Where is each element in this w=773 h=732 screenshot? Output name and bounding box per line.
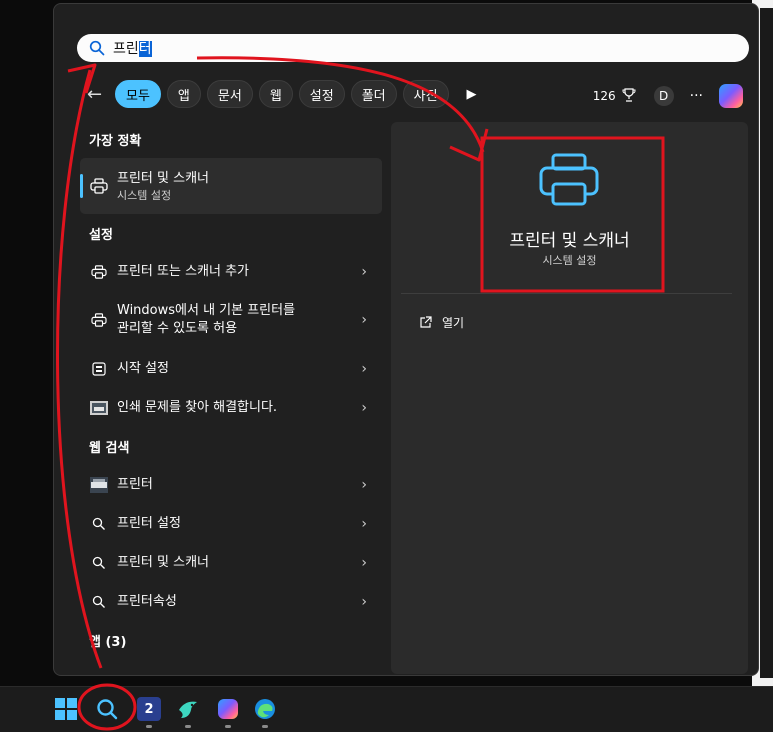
best-match-title: 프린터 및 스캐너	[117, 170, 209, 186]
windows-start-icon[interactable]	[54, 697, 78, 721]
settings-item-label: 시작 설정	[117, 360, 169, 376]
chevron-right-icon: ›	[361, 399, 367, 416]
chip-web[interactable]: 웹	[258, 80, 293, 108]
section-heading-web: 웹 검색	[89, 440, 130, 456]
trophy-icon[interactable]	[622, 87, 636, 105]
results-list: 가장 정확 프린터 및 스캐너 시스템 설정 설정 프린터 또는 스캐너 추가 …	[80, 120, 382, 659]
settings-item-start[interactable]: 시작 설정 ›	[80, 349, 382, 388]
web-item-printer-settings[interactable]: 프린터 설정 ›	[80, 504, 382, 543]
search-query: 프린터	[113, 38, 152, 58]
running-indicator	[225, 725, 231, 728]
section-heading-apps: 앱 (3)	[89, 634, 127, 650]
chevron-right-icon: ›	[361, 263, 367, 280]
play-icon[interactable]: ▶	[467, 87, 477, 102]
printer-icon	[90, 311, 108, 329]
open-external-icon	[416, 313, 434, 331]
search-tray: 126 D ···	[593, 84, 743, 108]
chevron-right-icon: ›	[361, 554, 367, 571]
running-indicator	[185, 725, 191, 728]
chevron-right-icon: ›	[361, 593, 367, 610]
settings-item-label: 인쇄 문제를 찾아 해결합니다.	[117, 399, 278, 415]
web-item-printers-scanners[interactable]: 프린터 및 스캐너 ›	[80, 543, 382, 582]
bird-app-icon[interactable]	[176, 697, 200, 721]
running-indicator	[146, 725, 152, 728]
detail-subtitle: 시스템 설정	[542, 254, 597, 267]
web-item-label: 프린터 및 스캐너	[117, 554, 209, 570]
detail-title: 프린터 및 스캐너	[509, 231, 630, 251]
chip-settings[interactable]: 설정	[298, 80, 345, 108]
settings-item-label-line2: 관리할 수 있도록 허용	[117, 321, 238, 336]
search-icon	[90, 554, 108, 572]
chip-photos[interactable]: 사진	[402, 80, 449, 108]
edge-icon[interactable]	[253, 697, 277, 721]
chevron-right-icon: ›	[361, 360, 367, 377]
copilot-icon[interactable]	[216, 697, 240, 721]
search-icon	[87, 38, 107, 58]
section-heading-best-match: 가장 정확	[89, 133, 142, 149]
app-2-icon[interactable]: 2	[137, 697, 161, 721]
selection-indicator	[80, 174, 83, 198]
open-label: 열기	[442, 315, 465, 330]
chip-apps[interactable]: 앱	[166, 80, 201, 108]
divider	[401, 293, 732, 294]
arrow-left-icon[interactable]: ←	[87, 84, 115, 105]
printer-icon	[90, 177, 108, 195]
settings-item-default-printer[interactable]: Windows에서 내 기본 프린터를 관리할 수 있도록 허용 ›	[80, 291, 382, 349]
detail-pane: 프린터 및 스캐너 시스템 설정 열기	[391, 122, 748, 674]
settings-item-troubleshoot[interactable]: 인쇄 문제를 찾아 해결합니다. ›	[80, 388, 382, 427]
avatar[interactable]: D	[653, 86, 674, 106]
chevron-right-icon: ›	[361, 476, 367, 493]
troubleshoot-icon	[90, 399, 108, 417]
chevron-right-icon: ›	[361, 312, 367, 328]
web-item-label: 프린터 설정	[117, 515, 181, 531]
search-input[interactable]: 프린터	[77, 34, 749, 62]
printer-large-icon	[537, 152, 601, 212]
web-item-printer-properties[interactable]: 프린터속성 ›	[80, 582, 382, 621]
search-query-selected: 터	[138, 41, 152, 57]
running-indicator	[262, 725, 268, 728]
chip-all[interactable]: 모두	[115, 80, 161, 108]
web-item-printer[interactable]: 프린터 ›	[80, 465, 382, 504]
filter-bar: ← 모두 앱 문서 웹 설정 폴더 사진 ▶	[87, 80, 477, 108]
web-item-label: 프린터	[117, 476, 153, 492]
search-icon	[90, 593, 108, 611]
web-item-label: 프린터속성	[117, 593, 177, 609]
printer-thumbnail	[90, 476, 108, 494]
rewards-points: 126	[592, 89, 616, 103]
more-icon[interactable]: ···	[690, 88, 703, 104]
search-icon	[90, 515, 108, 533]
section-heading-settings: 설정	[89, 227, 113, 243]
copilot-icon[interactable]	[719, 84, 743, 108]
settings-item-label-line1: Windows에서 내 기본 프린터를	[117, 303, 296, 318]
settings-item-label: 프린터 또는 스캐너 추가	[117, 263, 249, 279]
best-match-subtitle: 시스템 설정	[117, 188, 172, 202]
chip-folders[interactable]: 폴더	[350, 80, 397, 108]
chevron-right-icon: ›	[361, 515, 367, 532]
start-icon	[90, 360, 108, 378]
printer-icon	[90, 263, 108, 281]
settings-item-add-printer[interactable]: 프린터 또는 스캐너 추가 ›	[80, 252, 382, 291]
search-icon[interactable]	[95, 697, 119, 721]
search-query-typed: 프린	[113, 41, 139, 57]
chip-documents[interactable]: 문서	[206, 80, 253, 108]
open-action[interactable]: 열기	[416, 313, 464, 331]
best-match-item[interactable]: 프린터 및 스캐너 시스템 설정	[80, 158, 382, 214]
taskbar: 2	[0, 686, 773, 732]
